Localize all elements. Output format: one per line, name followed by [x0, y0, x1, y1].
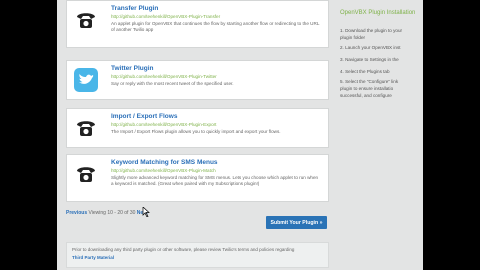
step-item: plugin to ensure installatio: [340, 86, 394, 91]
plugin-card-twitter[interactable]: Twitter Plugin http://github.com/teehenk…: [66, 60, 329, 100]
plugin-title[interactable]: Import / Export Flows: [111, 113, 177, 120]
step-item: 3. Navigate to Settings in the: [340, 57, 399, 62]
plugin-url[interactable]: http://github.com/teehenkill/OpenVBX-Plu…: [111, 14, 220, 19]
step-item: 4. Select the Plugins tab: [340, 69, 390, 74]
sidebar-heading: OpenVBX Plugin Installation: [340, 10, 416, 16]
plugin-card-keyword-matching[interactable]: Keyword Matching for SMS Menus http://gi…: [66, 154, 329, 202]
step-item: successful, and configure: [340, 93, 392, 98]
phone-icon: [74, 162, 98, 186]
plugin-card-import-export[interactable]: Import / Export Flows http://github.com/…: [66, 108, 329, 148]
plugin-directory-page: Transfer Plugin http://github.com/teehen…: [57, 0, 423, 270]
twitter-icon: [74, 68, 98, 92]
step-item: 1. Download the plugin to your: [340, 28, 403, 33]
plugin-description: Say or reply with the most recent tweet …: [111, 81, 234, 86]
notice-text: Prior to downloading any third party plu…: [72, 247, 295, 252]
mouse-cursor-icon: [142, 207, 150, 217]
previous-link[interactable]: Previous: [66, 210, 87, 216]
plugin-url[interactable]: http://github.com/teehenkill/OpenVBX-Plu…: [111, 122, 216, 127]
third-party-material-link[interactable]: Third Party Material: [72, 255, 114, 260]
plugin-description: An applet plugin for OpenVBX that contin…: [111, 21, 320, 32]
phone-icon: [74, 116, 98, 140]
letterbox-right: [423, 0, 480, 270]
phone-icon: [74, 8, 98, 32]
plugin-title[interactable]: Transfer Plugin: [111, 5, 158, 12]
plugin-description: Slightly more advanced keyword matching …: [111, 175, 319, 186]
step-item: 5. Select the "Configure" link: [340, 79, 399, 84]
step-item: plugin folder: [340, 35, 366, 40]
third-party-notice: Prior to downloading any third party plu…: [66, 242, 329, 268]
installation-sidebar: OpenVBX Plugin Installation 1. Download …: [340, 10, 423, 98]
plugin-title[interactable]: Keyword Matching for SMS Menus: [111, 159, 218, 166]
plugin-url[interactable]: http://github.com/teehenkill/OpenVBX-Plu…: [111, 168, 216, 173]
letterbox-left: [0, 0, 57, 270]
plugin-card-transfer[interactable]: Transfer Plugin http://github.com/teehen…: [66, 0, 329, 48]
plugin-description: The Import / Export Flows plugin allows …: [111, 129, 281, 134]
pagination-status: Viewing 10 - 20 of 30: [88, 210, 136, 216]
plugin-url[interactable]: http://github.com/teehenkill/OpenVBX-Plu…: [111, 74, 217, 79]
pagination: Previous Viewing 10 - 20 of 30 Next: [66, 210, 148, 216]
step-item: 2. Launch your OpenVBX inst: [340, 45, 401, 50]
plugin-title[interactable]: Twitter Plugin: [111, 65, 154, 72]
submit-plugin-button[interactable]: Submit Your Plugin »: [266, 216, 327, 229]
